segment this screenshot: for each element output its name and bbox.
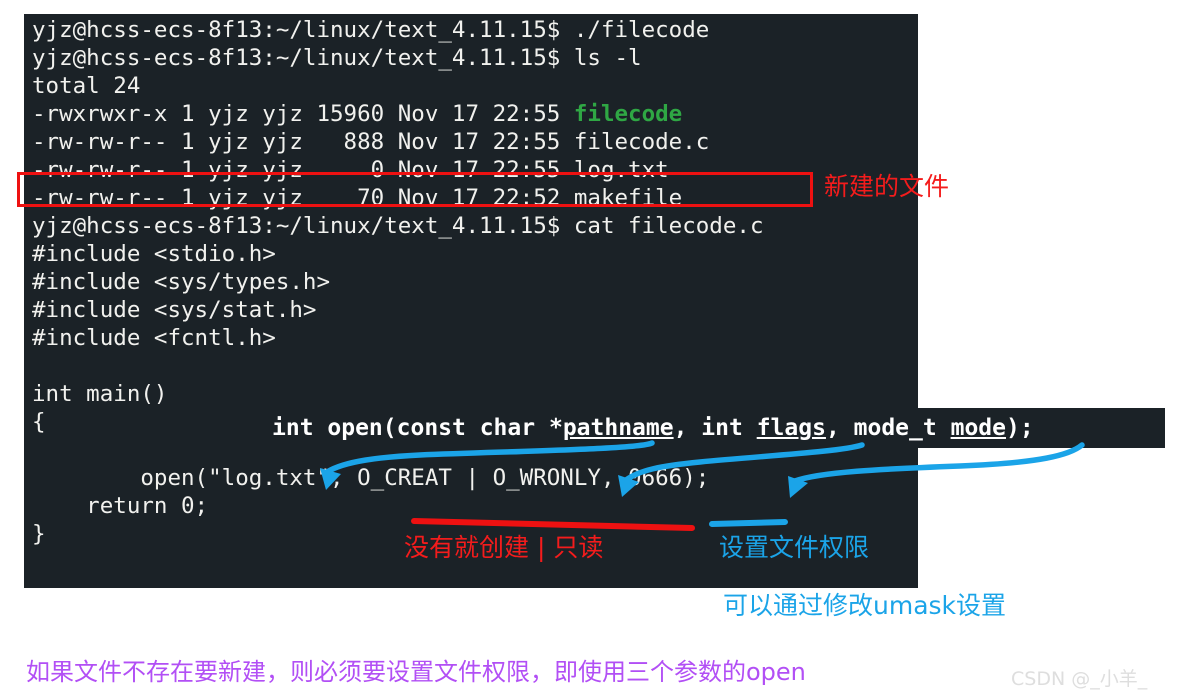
- proto-param-mode: mode: [950, 415, 1006, 441]
- ls-row-filecode-meta: -rwxrwxr-x 1 yjz yjz 15960 Nov 17 22:55: [32, 101, 574, 127]
- annotation-umask: 可以通过修改umask设置: [723, 591, 1007, 620]
- terminal-line-filecode: -rwxrwxr-x 1 yjz yjz 15960 Nov 17 22:55 …: [32, 100, 682, 128]
- proto-suffix: );: [1005, 415, 1034, 441]
- proto-type-mode-t: mode_t: [853, 415, 937, 441]
- proto-star: *: [548, 415, 563, 441]
- code-line-close-brace: }: [32, 521, 46, 547]
- code-line-include-types: #include <sys/types.h>: [32, 269, 331, 295]
- log-txt-highlight-box: [17, 172, 813, 207]
- annotation-new-file: 新建的文件: [824, 172, 950, 201]
- screenshot-root: yjz@hcss-ecs-8f13:~/linux/text_4.11.15$ …: [0, 0, 1187, 699]
- proto-prefix: int open(const char: [272, 415, 549, 441]
- code-line-include-stdio: #include <stdio.h>: [32, 241, 276, 267]
- code-line-include-stat: #include <sys/stat.h>: [32, 297, 317, 323]
- terminal-line-cat: yjz@hcss-ecs-8f13:~/linux/text_4.11.15$ …: [32, 213, 764, 239]
- terminal-line-2: yjz@hcss-ecs-8f13:~/linux/text_4.11.15$ …: [32, 45, 642, 71]
- annotation-creat-flag: 没有就创建 | 只读: [404, 533, 604, 562]
- terminal-window[interactable]: yjz@hcss-ecs-8f13:~/linux/text_4.11.15$ …: [24, 14, 918, 588]
- annotation-summary: 如果文件不存在要新建，则必须要设置文件权限，即使用三个参数的open: [26, 658, 806, 686]
- terminal-line-total: total 24: [32, 73, 141, 99]
- code-line-include-fcntl: #include <fcntl.h>: [32, 325, 276, 351]
- proto-param-pathname: pathname: [562, 415, 674, 441]
- prototype-signature: int open(const char *pathname, int flags…: [272, 412, 1034, 444]
- terminal-line-filecode-c: -rw-rw-r-- 1 yjz yjz 888 Nov 17 22:55 fi…: [32, 129, 710, 155]
- code-line-int-main: int main(): [32, 381, 168, 407]
- code-line-return: return 0;: [32, 493, 209, 519]
- code-line-open-brace: {: [32, 409, 46, 435]
- terminal-line-1: yjz@hcss-ecs-8f13:~/linux/text_4.11.15$ …: [32, 17, 710, 43]
- ls-row-filecode-name: filecode: [573, 101, 683, 127]
- proto-space: [937, 415, 951, 441]
- annotation-file-mode: 设置文件权限: [719, 533, 870, 562]
- proto-sep-1: , int: [673, 415, 757, 441]
- proto-sep-2: ,: [825, 415, 854, 441]
- proto-param-flags: flags: [756, 415, 826, 441]
- code-line-open-call: open("log.txt", O_CREAT | O_WRONLY, 0666…: [32, 465, 710, 491]
- csdn-watermark: CSDN @_小羊_: [1011, 668, 1148, 690]
